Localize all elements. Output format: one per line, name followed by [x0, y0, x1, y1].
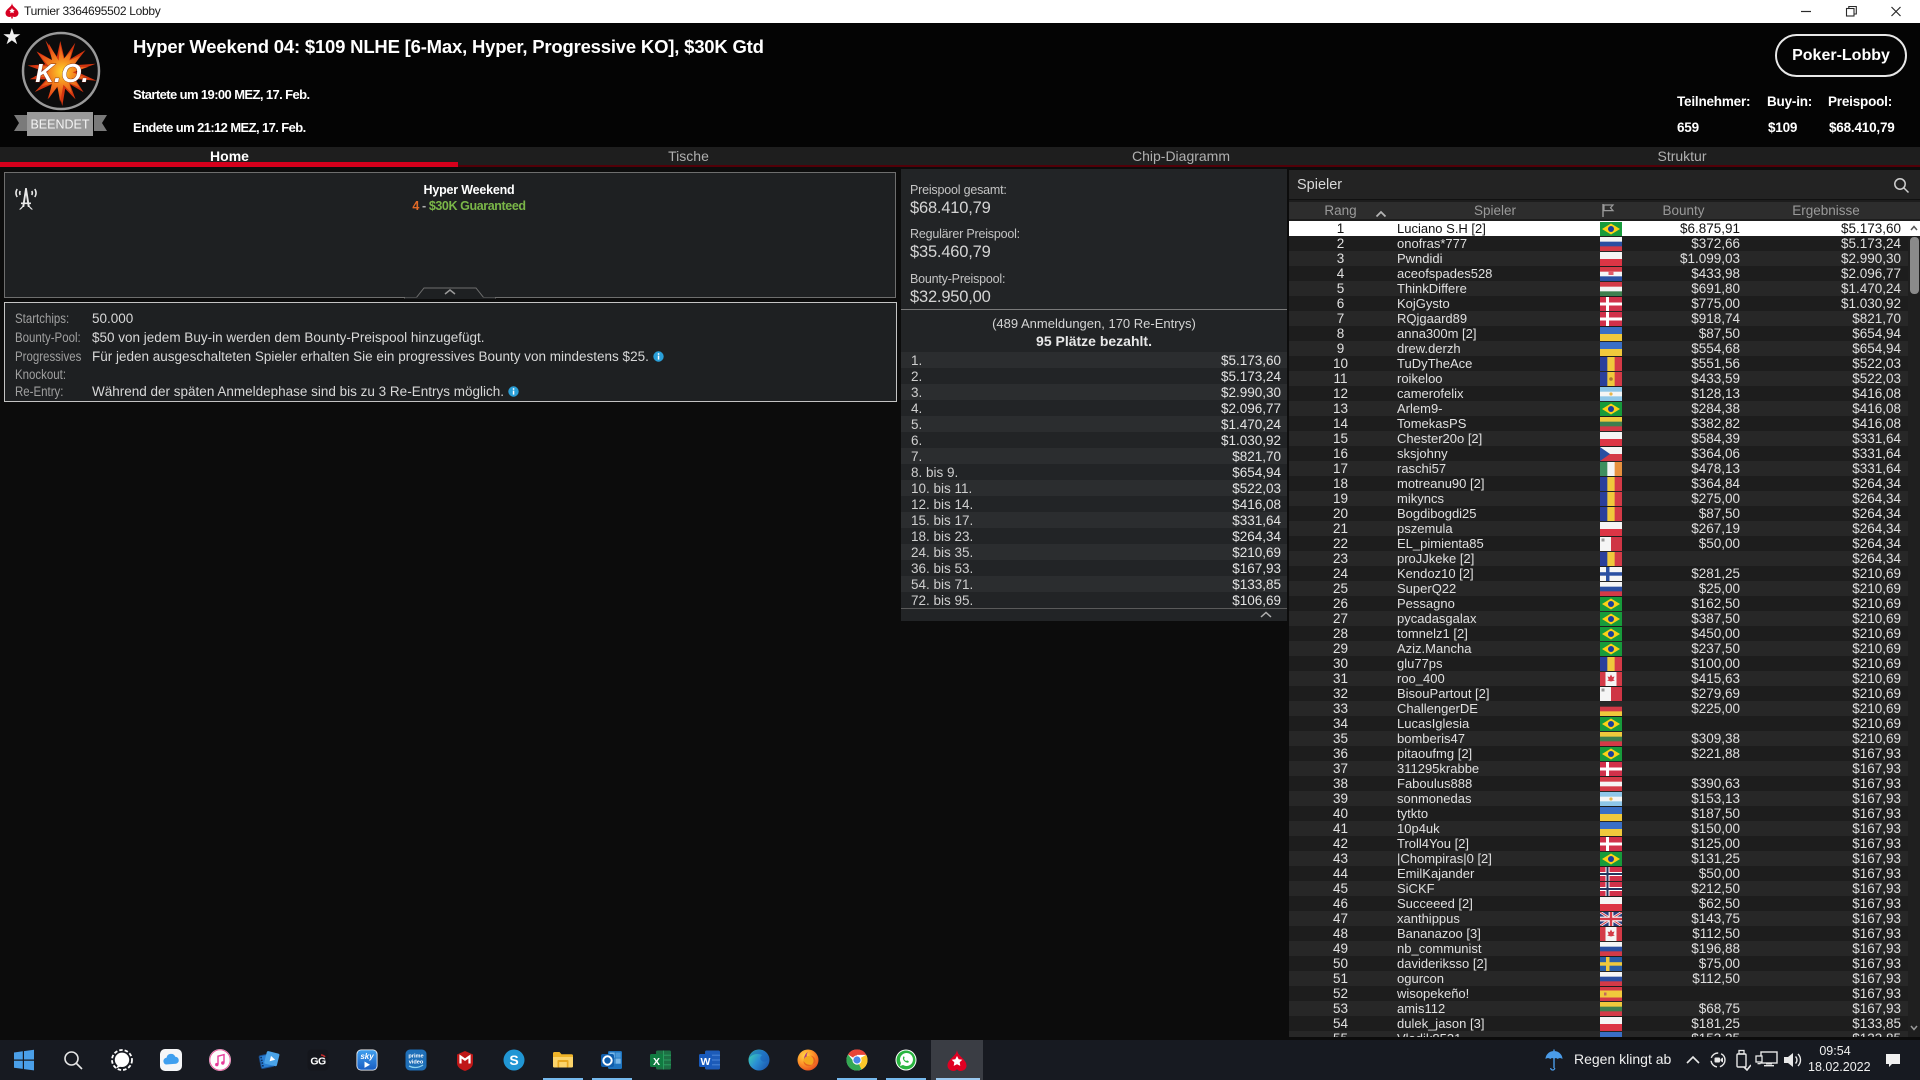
- svg-text:sky: sky: [360, 1052, 374, 1061]
- svg-text:S: S: [509, 1052, 518, 1068]
- svg-text:GG: GG: [310, 1056, 326, 1068]
- svg-text:W: W: [701, 1056, 711, 1068]
- svg-text:video: video: [409, 1060, 424, 1066]
- svg-text:BEENDET: BEENDET: [30, 118, 89, 132]
- svg-text:X: X: [653, 1056, 660, 1068]
- svg-text:K.O.: K.O.: [35, 58, 88, 88]
